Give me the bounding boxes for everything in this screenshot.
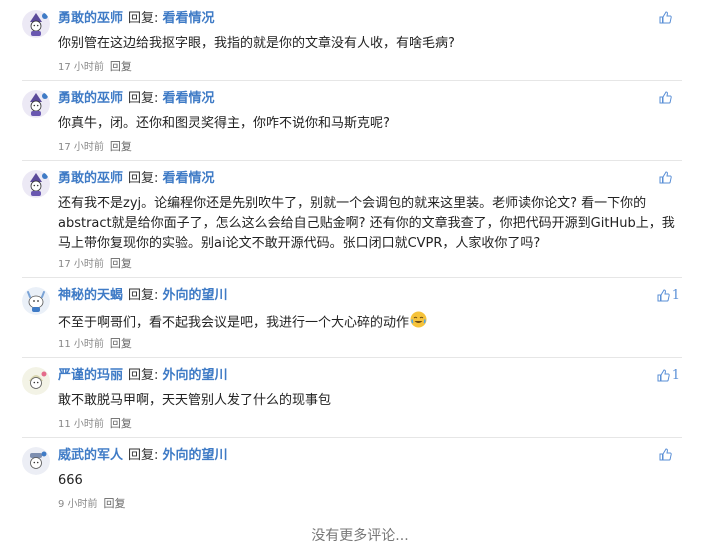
comment-item: 威武的军人 回复: 外向的望川 666 9 小时前 回复: [0, 437, 720, 517]
reply-target-name[interactable]: 外向的望川: [163, 288, 228, 303]
reply-word: 回复:: [128, 11, 159, 26]
reply-target-name[interactable]: 看看情况: [163, 11, 215, 26]
thumbs-up-icon: [657, 289, 670, 302]
author-name[interactable]: 勇敢的巫师: [58, 11, 123, 26]
scorpion-avatar-icon: [22, 287, 50, 315]
wizard-avatar-icon: [22, 10, 50, 38]
comment-meta: 11 小时前 回复: [58, 335, 132, 351]
reply-word: 回复:: [128, 448, 159, 463]
reply-word: 回复:: [128, 171, 159, 186]
comment-text: 还有我不是zyj。论编程你还是先别吹牛了，别就一个会调包的就来这里装。老师读你论…: [58, 194, 688, 254]
comment-meta: 17 小时前 回复: [58, 58, 132, 74]
thumbs-up-icon: [659, 448, 672, 461]
reply-button[interactable]: 回复: [110, 417, 132, 430]
reply-button[interactable]: 回复: [110, 60, 132, 73]
reply-target-name[interactable]: 外向的望川: [163, 448, 228, 463]
thumbs-up-icon: [659, 171, 672, 184]
comment-header: 勇敢的巫师 回复: 看看情况: [58, 9, 215, 29]
author-name[interactable]: 神秘的天蝎: [58, 288, 123, 303]
author-name[interactable]: 勇敢的巫师: [58, 91, 123, 106]
comment-header: 勇敢的巫师 回复: 看看情况: [58, 169, 215, 189]
soldier-avatar-icon: [22, 447, 50, 475]
author-name[interactable]: 威武的军人: [58, 448, 123, 463]
like-button[interactable]: 1: [657, 368, 680, 383]
mary-avatar-icon: [22, 367, 50, 395]
avatar[interactable]: [22, 367, 50, 395]
comment-header: 威武的军人 回复: 外向的望川: [58, 446, 228, 466]
like-count: 1: [671, 288, 680, 303]
reply-word: 回复:: [128, 91, 159, 106]
reply-word: 回复:: [128, 368, 159, 383]
comment-header: 勇敢的巫师 回复: 看看情况: [58, 89, 215, 109]
comment-text: 敢不敢脱马甲啊，天天管别人发了什么的现事包: [58, 393, 332, 408]
comment-time: 17 小时前: [58, 259, 104, 270]
comment-header: 严谨的玛丽 回复: 外向的望川: [58, 366, 228, 386]
comment-time: 11 小时前: [58, 419, 104, 430]
reply-button[interactable]: 回复: [104, 497, 126, 510]
like-button[interactable]: [659, 171, 674, 184]
comment-header: 神秘的天蝎 回复: 外向的望川: [58, 286, 228, 306]
comment-meta: 11 小时前 回复: [58, 415, 132, 431]
comment-time: 11 小时前: [58, 339, 104, 350]
reply-button[interactable]: 回复: [110, 257, 132, 270]
author-name[interactable]: 严谨的玛丽: [58, 368, 123, 383]
comment-text-line: abstract就是给你面子了，怎么这么会给自己贴金啊? 还有你的文章我查了，你…: [58, 216, 675, 231]
avatar[interactable]: [22, 10, 50, 38]
like-button[interactable]: [659, 11, 674, 24]
comment-time: 17 小时前: [58, 62, 104, 73]
comment-item: 勇敢的巫师 回复: 看看情况 还有我不是zyj。论编程你还是先别吹牛了，别就一个会…: [0, 160, 720, 280]
comment-time: 9 小时前: [58, 499, 98, 510]
thumbs-up-icon: [659, 91, 672, 104]
comment-meta: 17 小时前 回复: [58, 255, 132, 271]
comment-text-line: 马上带你复现你的实验。别ai论文不敢开源代码。张口闭口就CVPR，人家收你了吗?: [58, 236, 541, 251]
crying-laughing-emoji-icon: [410, 311, 427, 335]
wizard-avatar-icon: [22, 170, 50, 198]
comment-meta: 9 小时前 回复: [58, 495, 126, 511]
thumbs-up-icon: [659, 11, 672, 24]
no-more-comments-text: 没有更多评论...: [311, 528, 409, 544]
like-button[interactable]: [659, 448, 674, 461]
reply-button[interactable]: 回复: [110, 140, 132, 153]
wizard-avatar-icon: [22, 90, 50, 118]
reply-target-name[interactable]: 外向的望川: [163, 368, 228, 383]
comment-text: 你真牛，闭。还你和图灵奖得主，你咋不说你和马斯克呢?: [58, 116, 390, 131]
comment-text: 666: [58, 473, 83, 488]
reply-button[interactable]: 回复: [110, 337, 132, 350]
like-button[interactable]: [659, 91, 674, 104]
comment-body: 不至于啊哥们，看不起我会议是吧，我进行一个大心碎的动作: [58, 311, 688, 335]
comment-text: 你别管在这边给我抠字眼，我指的就是你的文章没有人收，有啥毛病?: [58, 36, 455, 51]
comment-time: 17 小时前: [58, 142, 104, 153]
comment-list: 勇敢的巫师 回复: 看看情况 你别管在这边给我抠字眼，我指的就是你的文章没有人收，…: [0, 0, 720, 552]
avatar[interactable]: [22, 287, 50, 315]
comment-item: 神秘的天蝎 回复: 外向的望川 1 不至于啊哥们，看不起我会议是吧，我进行一个大心…: [0, 277, 720, 358]
comment-item: 严谨的玛丽 回复: 外向的望川 1 敢不敢脱马甲啊，天天管别人发了什么的现事包 1…: [0, 357, 720, 438]
reply-word: 回复:: [128, 288, 159, 303]
comment-meta: 17 小时前 回复: [58, 138, 132, 154]
thumbs-up-icon: [657, 369, 670, 382]
reply-target-name[interactable]: 看看情况: [163, 91, 215, 106]
comment-text-line: 还有我不是zyj。论编程你还是先别吹牛了，别就一个会调包的就来这里装。老师读你论…: [58, 196, 647, 211]
comment-item: 勇敢的巫师 回复: 看看情况 你真牛，闭。还你和图灵奖得主，你咋不说你和马斯克呢?…: [0, 80, 720, 161]
like-count: 1: [671, 368, 680, 383]
reply-target-name[interactable]: 看看情况: [163, 171, 215, 186]
avatar[interactable]: [22, 170, 50, 198]
avatar[interactable]: [22, 447, 50, 475]
comment-text: 不至于啊哥们，看不起我会议是吧，我进行一个大心碎的动作: [58, 315, 410, 331]
like-button[interactable]: 1: [657, 288, 680, 303]
avatar[interactable]: [22, 90, 50, 118]
author-name[interactable]: 勇敢的巫师: [58, 171, 123, 186]
comment-item: 勇敢的巫师 回复: 看看情况 你别管在这边给我抠字眼，我指的就是你的文章没有人收，…: [0, 0, 720, 81]
